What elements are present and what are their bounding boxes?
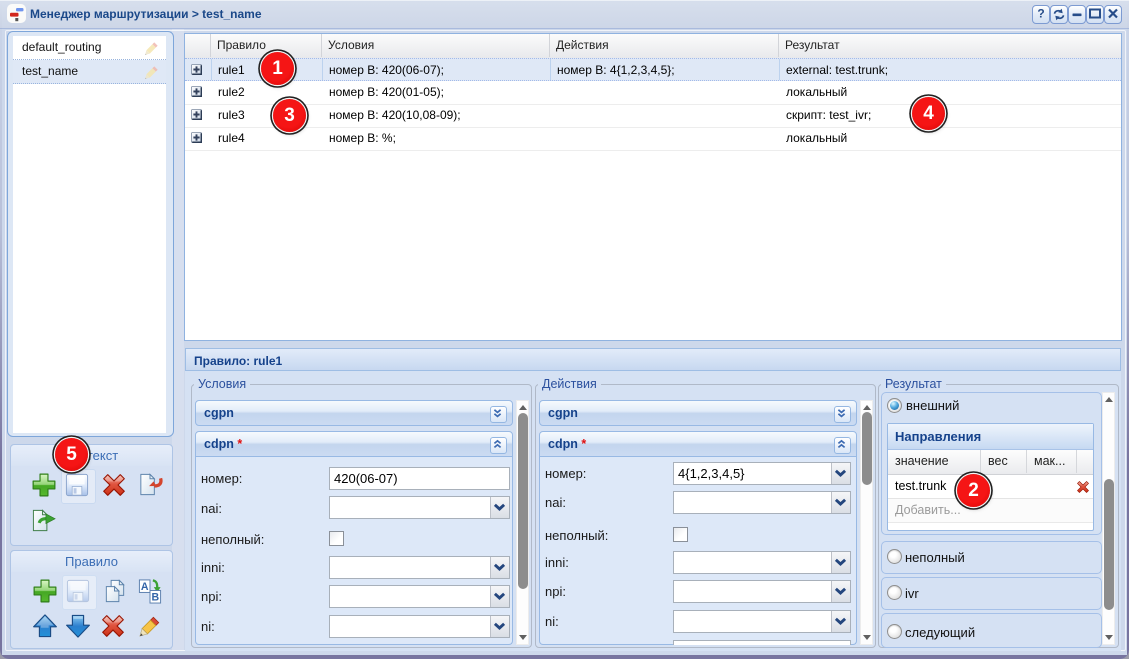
svg-text:A: A <box>141 581 149 593</box>
svg-text:B: B <box>151 592 159 604</box>
svg-text:?: ? <box>1037 7 1044 21</box>
